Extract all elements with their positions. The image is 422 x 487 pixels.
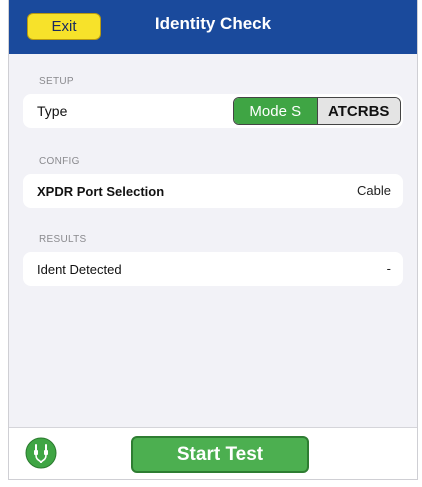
type-segmented-control: Mode S ATCRBS [233,97,401,125]
header-bar: Exit Identity Check [9,0,417,54]
ident-detected-value: - [386,261,391,276]
atcrbs-option[interactable]: ATCRBS [316,98,400,124]
start-test-button[interactable]: Start Test [131,436,309,473]
xpdr-port-row[interactable]: XPDR Port Selection Cable [23,174,403,208]
connector-icon[interactable] [25,437,57,469]
results-section-label: RESULTS [39,234,87,245]
type-label: Type [37,103,68,119]
setup-section-label: SETUP [39,76,74,87]
ident-detected-row: Ident Detected - [23,252,403,286]
footer-bar: Start Test [9,427,417,479]
config-section-label: CONFIG [39,156,80,167]
xpdr-port-label: XPDR Port Selection [37,184,165,199]
identity-check-window: Exit Identity Check SETUP Type Mode S AT… [8,0,418,480]
xpdr-port-value: Cable [357,183,391,198]
mode-s-option[interactable]: Mode S [234,98,317,124]
page-title: Identity Check [154,14,272,33]
type-row: Type Mode S ATCRBS [23,94,403,128]
ident-detected-label: Ident Detected [37,262,122,277]
